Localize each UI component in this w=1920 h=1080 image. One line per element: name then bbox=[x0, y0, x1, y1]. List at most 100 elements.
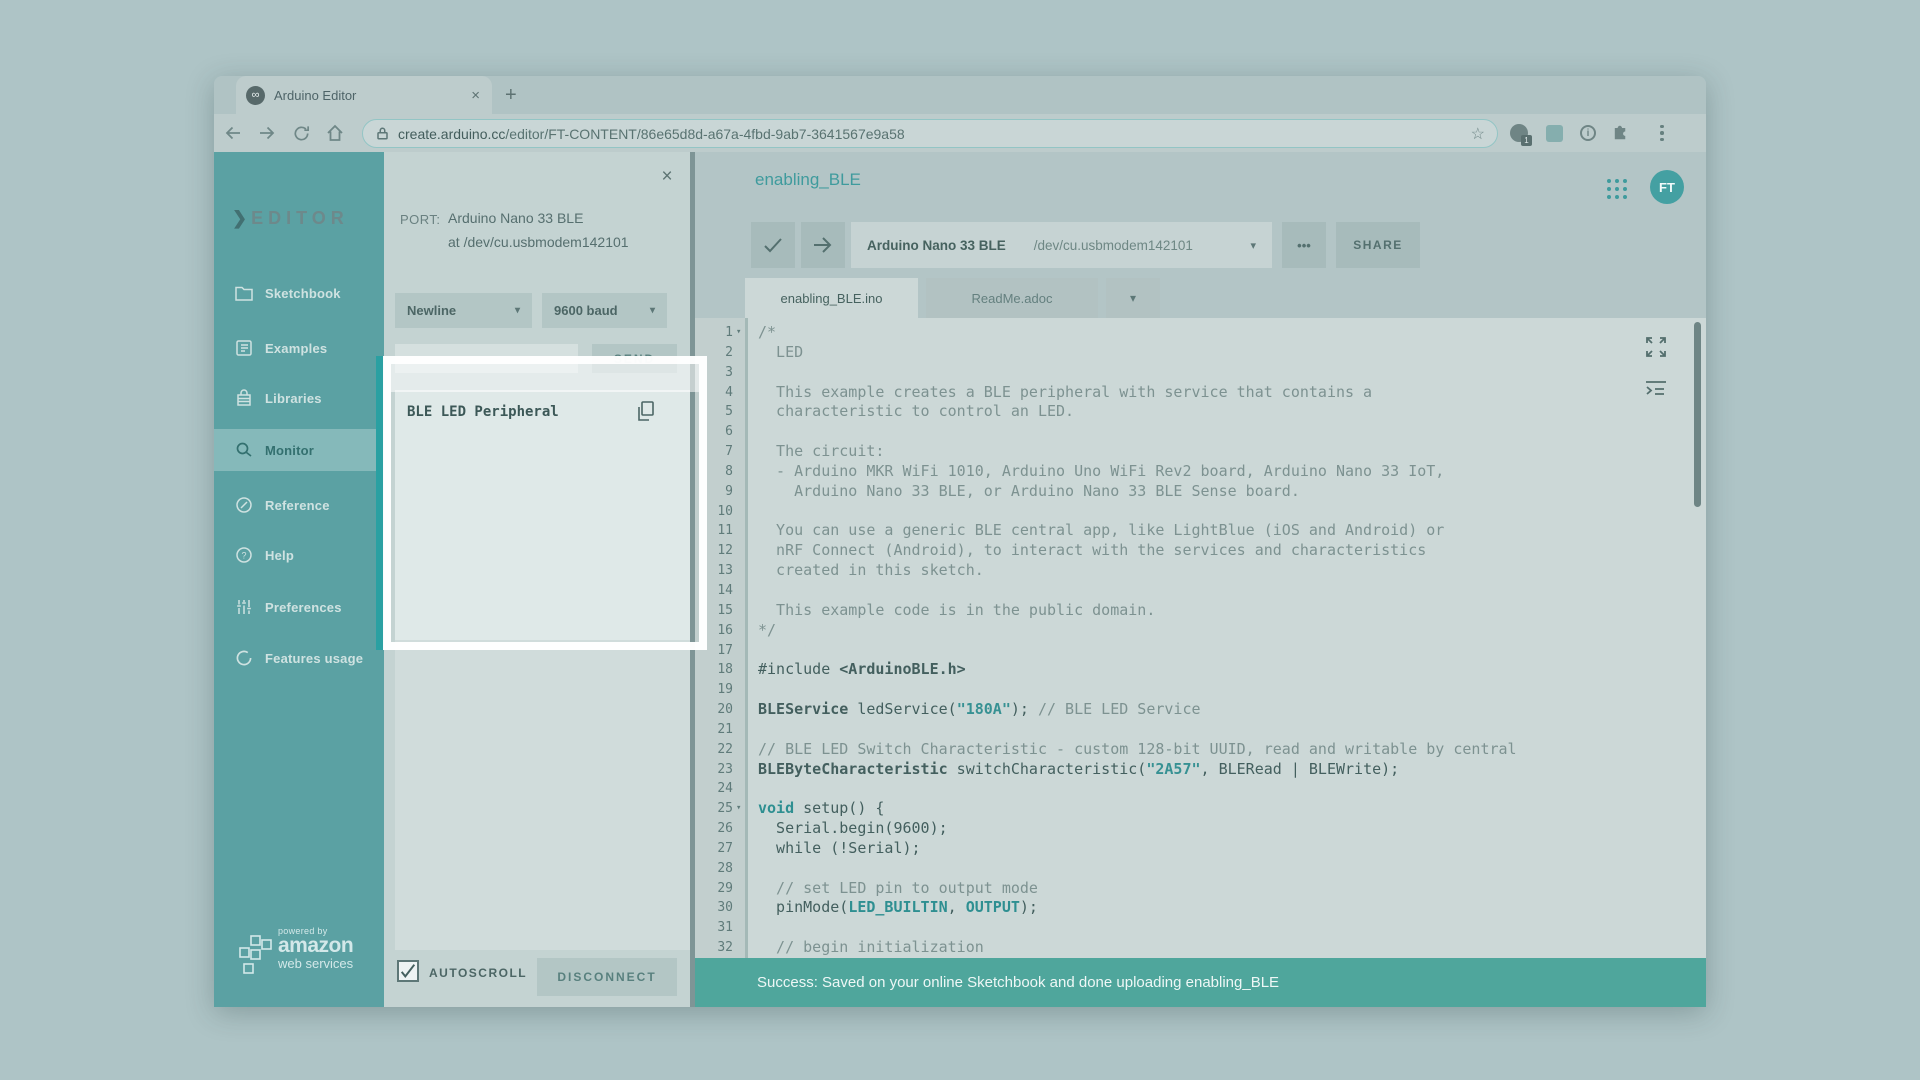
bookmark-star-icon[interactable]: ☆ bbox=[1471, 124, 1485, 144]
spotlight-accent-bar bbox=[376, 356, 384, 650]
home-icon[interactable] bbox=[324, 122, 346, 144]
fullscreen-icon[interactable] bbox=[1643, 334, 1669, 360]
browser-tab[interactable]: ∞ Arduino Editor × bbox=[236, 76, 492, 114]
extensions-puzzle-icon[interactable] bbox=[1609, 122, 1631, 144]
sidebar-item-label: Reference bbox=[265, 498, 330, 513]
tab-readme-adoc[interactable]: ReadMe.adoc bbox=[926, 278, 1098, 318]
code-text: - Arduino MKR WiFi 1010, Arduino Uno WiF… bbox=[758, 462, 1444, 482]
sidebar-item-monitor[interactable]: Monitor bbox=[214, 429, 384, 471]
code-line-19: 19 bbox=[695, 680, 1706, 700]
copy-icon[interactable] bbox=[634, 399, 658, 423]
line-number: 19 bbox=[695, 680, 733, 700]
code-line-15: 15 This example code is in the public do… bbox=[695, 601, 1706, 621]
code-text: This example creates a BLE peripheral wi… bbox=[758, 383, 1372, 403]
share-button[interactable]: SHARE bbox=[1336, 222, 1420, 268]
sidebar-item-sketchbook[interactable]: Sketchbook bbox=[214, 272, 384, 314]
lock-icon bbox=[375, 126, 390, 141]
chevron-icon: ❯ bbox=[232, 208, 247, 228]
fold-caret-icon[interactable]: ▾ bbox=[736, 323, 741, 343]
url-text: create.arduino.cc/editor/FT-CONTENT/86e6… bbox=[398, 126, 905, 142]
extension-info-icon[interactable]: i bbox=[1577, 122, 1599, 144]
port-board: Arduino Nano 33 BLE bbox=[448, 210, 583, 226]
line-number: 6 bbox=[695, 422, 733, 442]
sidebar-item-label: Monitor bbox=[265, 443, 314, 458]
serial-message-input[interactable] bbox=[395, 344, 578, 373]
sidebar-item-label: Preferences bbox=[265, 600, 342, 615]
disconnect-button[interactable]: DISCONNECT bbox=[537, 958, 677, 996]
line-number: 13 bbox=[695, 561, 733, 581]
fold-caret-icon[interactable]: ▾ bbox=[736, 799, 741, 819]
line-number: 12 bbox=[695, 541, 733, 561]
panel-close-icon[interactable]: × bbox=[654, 164, 680, 190]
code-text: The circuit: bbox=[758, 442, 884, 462]
code-line-1: 1▾/* bbox=[695, 323, 1706, 343]
line-ending-select[interactable]: Newline▾ bbox=[395, 293, 532, 328]
code-line-20: 20BLEService ledService("180A"); // BLE … bbox=[695, 700, 1706, 720]
tab-enabling-ble-ino[interactable]: enabling_BLE.ino bbox=[745, 278, 918, 318]
editor-scrollbar[interactable] bbox=[1694, 322, 1701, 507]
back-icon[interactable] bbox=[222, 122, 244, 144]
sidebar-item-examples[interactable]: Examples bbox=[214, 327, 384, 369]
forward-icon[interactable] bbox=[256, 122, 278, 144]
more-options-button[interactable]: ••• bbox=[1282, 222, 1326, 268]
line-number: 21 bbox=[695, 720, 733, 740]
line-number: 1 bbox=[695, 323, 733, 343]
board-port: /dev/cu.usbmodem142101 bbox=[1034, 238, 1193, 253]
sidebar-item-preferences[interactable]: Preferences bbox=[214, 586, 384, 628]
browser-menu-icon[interactable] bbox=[1654, 120, 1670, 146]
sidebar-item-help[interactable]: ?Help bbox=[214, 534, 384, 576]
code-line-21: 21 bbox=[695, 720, 1706, 740]
code-text: characteristic to control an LED. bbox=[758, 402, 1074, 422]
verify-button[interactable] bbox=[751, 222, 795, 268]
browser-tab-title: Arduino Editor bbox=[274, 88, 469, 103]
tab-close-icon[interactable]: × bbox=[469, 87, 482, 104]
code-text: // BLE LED Switch Characteristic - custo… bbox=[758, 740, 1517, 760]
code-text: LED bbox=[758, 343, 803, 363]
sidebar-item-libraries[interactable]: Libraries bbox=[214, 377, 384, 419]
console-icon[interactable] bbox=[1643, 376, 1669, 402]
line-number: 15 bbox=[695, 601, 733, 621]
code-line-13: 13 created in this sketch. bbox=[695, 561, 1706, 581]
line-number: 22 bbox=[695, 740, 733, 760]
code-line-30: 30 pinMode(LED_BUILTIN, OUTPUT); bbox=[695, 898, 1706, 918]
code-text: void setup() { bbox=[758, 799, 884, 819]
extension-box-icon[interactable] bbox=[1543, 122, 1565, 144]
user-avatar[interactable]: FT bbox=[1650, 170, 1684, 204]
line-number: 2 bbox=[695, 343, 733, 363]
line-number: 25 bbox=[695, 799, 733, 819]
code-text: pinMode(LED_BUILTIN, OUTPUT); bbox=[758, 898, 1038, 918]
upload-button[interactable] bbox=[801, 222, 845, 268]
reload-icon[interactable] bbox=[290, 122, 312, 144]
send-button[interactable]: SEND bbox=[592, 344, 677, 373]
reference-icon bbox=[234, 495, 254, 515]
code-text: You can use a generic BLE central app, l… bbox=[758, 521, 1444, 541]
sidebar-item-features-usage[interactable]: Features usage bbox=[214, 637, 384, 679]
port-label: PORT: bbox=[400, 212, 441, 227]
line-number: 3 bbox=[695, 363, 733, 383]
apps-grid-icon[interactable] bbox=[1604, 176, 1630, 202]
code-text: created in this sketch. bbox=[758, 561, 984, 581]
new-tab-button[interactable]: + bbox=[505, 84, 517, 106]
sidebar-item-reference[interactable]: Reference bbox=[214, 484, 384, 526]
code-line-2: 2 LED bbox=[695, 343, 1706, 363]
code-text: Serial.begin(9600); bbox=[758, 819, 948, 839]
line-number: 11 bbox=[695, 521, 733, 541]
extension-grammar-icon[interactable]: 1 bbox=[1508, 122, 1530, 144]
autoscroll-checkbox[interactable] bbox=[397, 960, 419, 982]
baud-rate-select[interactable]: 9600 baud▾ bbox=[542, 293, 667, 328]
line-number: 20 bbox=[695, 700, 733, 720]
code-line-18: 18#include <ArduinoBLE.h> bbox=[695, 660, 1706, 680]
code-line-29: 29 // set LED pin to output mode bbox=[695, 879, 1706, 899]
line-number: 17 bbox=[695, 641, 733, 661]
chevron-down-icon: ▾ bbox=[515, 305, 520, 316]
line-number: 4 bbox=[695, 383, 733, 403]
tab-list-dropdown[interactable]: ▾ bbox=[1106, 278, 1160, 318]
url-bar[interactable]: create.arduino.cc/editor/FT-CONTENT/86e6… bbox=[362, 119, 1498, 148]
sidebar-item-label: Libraries bbox=[265, 391, 322, 406]
code-line-7: 7 The circuit: bbox=[695, 442, 1706, 462]
editor-logo: ❯EDITOR bbox=[232, 208, 349, 229]
code-text: while (!Serial); bbox=[758, 839, 921, 859]
code-text: // begin initialization bbox=[758, 938, 984, 958]
board-selector[interactable]: Arduino Nano 33 BLE /dev/cu.usbmodem1421… bbox=[851, 222, 1272, 268]
search-icon bbox=[234, 440, 254, 460]
